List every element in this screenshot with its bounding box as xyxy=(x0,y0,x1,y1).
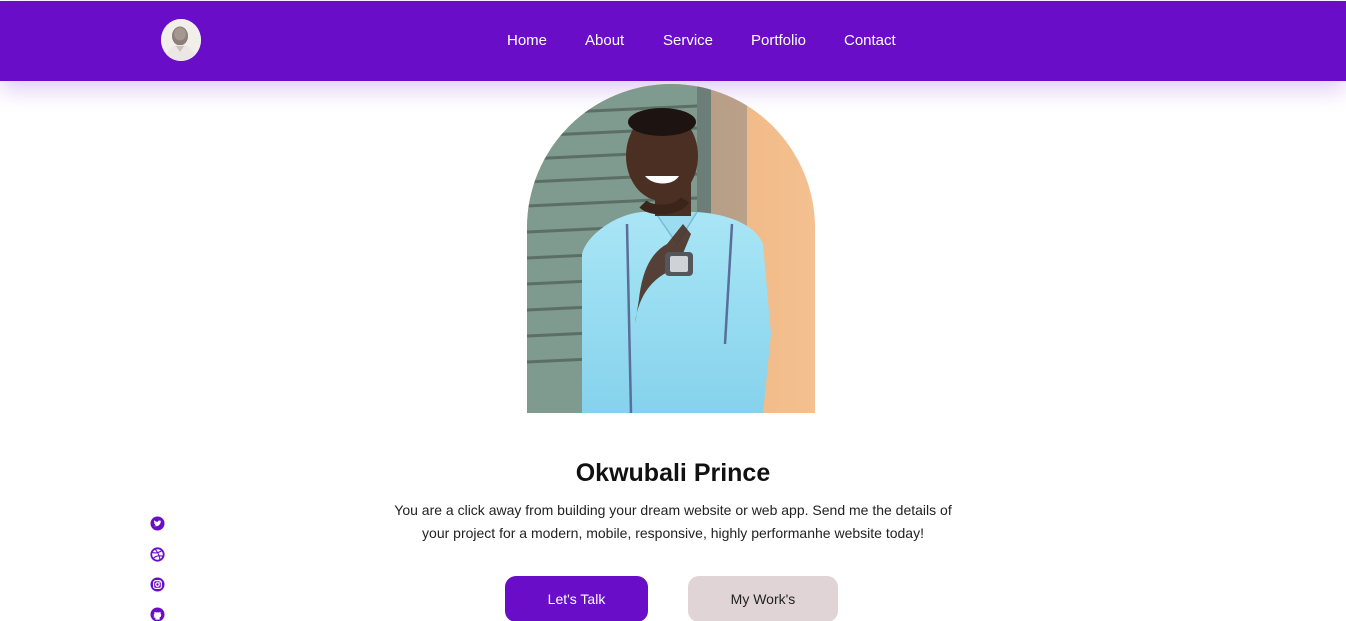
twitter-icon[interactable] xyxy=(150,516,165,531)
lets-talk-button[interactable]: Let's Talk xyxy=(505,576,648,621)
instagram-icon[interactable] xyxy=(150,577,165,592)
nav-portfolio-link[interactable]: Portfolio xyxy=(751,32,806,49)
dribbble-icon[interactable] xyxy=(150,547,165,562)
main-nav: Home About Service Portfolio Contact xyxy=(0,32,1346,52)
my-works-button[interactable]: My Work's xyxy=(688,576,838,621)
nav-home-link[interactable]: Home xyxy=(507,32,547,49)
nav-service-link[interactable]: Service xyxy=(663,32,713,49)
hero-name: Okwubali Prince xyxy=(575,459,771,487)
github-icon[interactable] xyxy=(150,607,165,621)
hero-bio: You are a click away from building your … xyxy=(394,502,952,541)
nav-about-link[interactable]: About xyxy=(585,32,624,49)
nav-contact-link[interactable]: Contact xyxy=(844,32,896,49)
navbar: Home About Service Portfolio Contact xyxy=(0,1,1346,81)
portrait-photo xyxy=(527,84,815,413)
